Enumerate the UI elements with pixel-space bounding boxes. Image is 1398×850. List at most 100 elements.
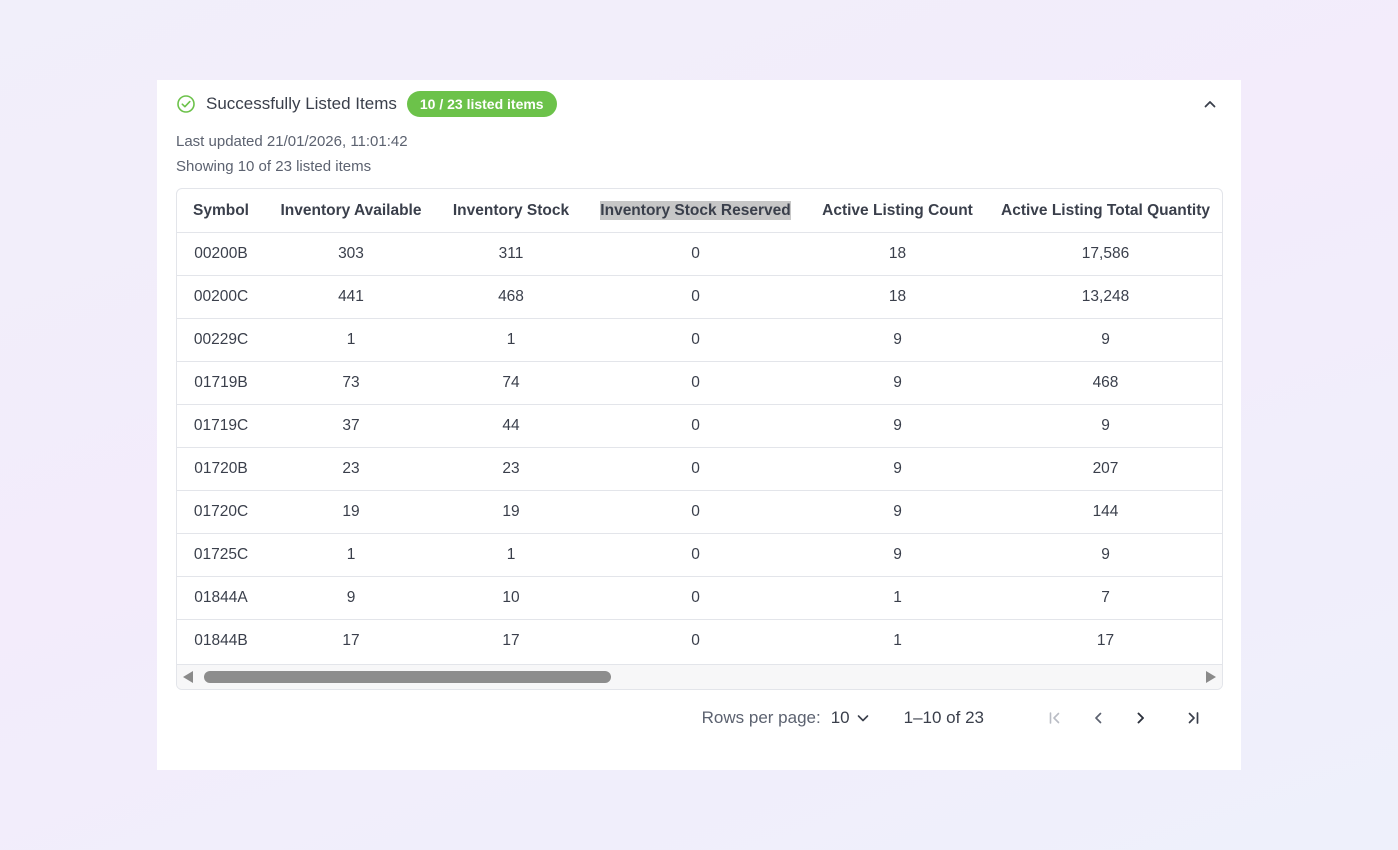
- cell-symbol: 01720C: [177, 490, 265, 534]
- table-row[interactable]: 01719B 73 74 0 9 468: [177, 361, 1222, 405]
- cell-symbol: 00200C: [177, 275, 265, 319]
- cell-inventory-stock-reserved: 0: [585, 361, 806, 405]
- cell-active-listing-total-quantity: 9: [989, 533, 1222, 577]
- column-header-inventory-stock-reserved[interactable]: Inventory Stock Reserved: [585, 189, 806, 233]
- cell-symbol: 01720B: [177, 447, 265, 491]
- cell-inventory-stock-reserved: 0: [691, 632, 700, 649]
- cell-active-listing-count: 18: [806, 232, 989, 276]
- last-updated-text: Last updated 21/01/2026, 11:01:42: [176, 133, 408, 150]
- last-page-icon: [1188, 712, 1199, 724]
- cell-inventory-stock: 1: [437, 318, 585, 362]
- listed-items-table-container: Symbol Inventory Available Inventory Sto…: [176, 188, 1223, 690]
- cell-active-listing-count: 9: [806, 318, 989, 362]
- table-pagination: Rows per page: 10 1–10 of 23: [702, 706, 1205, 730]
- last-page-button[interactable]: [1181, 706, 1205, 730]
- cell-symbol: 01719C: [177, 404, 265, 448]
- cell-inventory-stock: 17: [502, 632, 520, 649]
- cell-symbol: 01844A: [177, 576, 265, 620]
- panel-header: Successfully Listed Items 10 / 23 listed…: [176, 91, 1222, 117]
- horizontal-scrollbar[interactable]: [177, 664, 1222, 689]
- cell-active-listing-count: 1: [806, 576, 989, 620]
- cell-inventory-stock-reserved: 0: [585, 447, 806, 491]
- column-header-active-listing-total-quantity[interactable]: Active Listing Total Quantity: [989, 189, 1222, 233]
- next-page-button[interactable]: [1129, 706, 1153, 730]
- cell-active-listing-total-quantity: 13,248: [989, 275, 1222, 319]
- cell-active-listing-count: 9: [806, 447, 989, 491]
- previous-page-button[interactable]: [1086, 706, 1110, 730]
- listed-items-table: Symbol Inventory Available Inventory Sto…: [177, 189, 1222, 662]
- cell-symbol: 01719B: [177, 361, 265, 405]
- cell-inventory-stock: 23: [437, 447, 585, 491]
- cell-active-listing-count: 9: [806, 533, 989, 577]
- cell-inventory-stock: 10: [437, 576, 585, 620]
- cell-inventory-available: 441: [265, 275, 437, 319]
- first-page-icon: [1049, 712, 1060, 724]
- cell-inventory-stock-reserved: 0: [585, 533, 806, 577]
- chevron-left-icon: [1095, 712, 1102, 724]
- cell-inventory-stock: 44: [437, 404, 585, 448]
- cell-active-listing-count: 9: [806, 404, 989, 448]
- cell-active-listing-total-quantity: 207: [989, 447, 1222, 491]
- column-header-active-listing-count[interactable]: Active Listing Count: [806, 189, 989, 233]
- cell-inventory-available: 19: [265, 490, 437, 534]
- column-header-inventory-stock[interactable]: Inventory Stock: [437, 189, 585, 233]
- page-range-text: 1–10 of 23: [903, 708, 984, 727]
- selected-text-highlight: Inventory Stock Reserved: [600, 200, 791, 220]
- cell-inventory-stock: 1: [437, 533, 585, 577]
- rows-per-page-select[interactable]: 10: [831, 708, 870, 728]
- chevron-right-icon: [1137, 712, 1144, 724]
- showing-count-text: Showing 10 of 23 listed items: [176, 158, 372, 175]
- table-row[interactable]: 00229C 1 1 0 9 9: [177, 318, 1222, 362]
- cell-active-listing-count: 9: [806, 490, 989, 534]
- column-header-symbol[interactable]: Symbol: [177, 189, 265, 233]
- cell-inventory-stock: 19: [437, 490, 585, 534]
- listed-items-panel: Successfully Listed Items 10 / 23 listed…: [157, 80, 1241, 770]
- collapse-button[interactable]: [1198, 92, 1222, 116]
- cell-inventory-stock-reserved: 0: [585, 404, 806, 448]
- cell-inventory-available: 23: [265, 447, 437, 491]
- cell-inventory-stock-reserved: 0: [585, 318, 806, 362]
- cell-inventory-available: 303: [265, 232, 437, 276]
- cell-active-listing-total-quantity: 468: [989, 361, 1222, 405]
- table-row[interactable]: 01725C 1 1 0 9 9: [177, 533, 1222, 577]
- table-row[interactable]: 00200B 303 311 0 18 17,586: [177, 232, 1222, 276]
- cell-active-listing-count: 1: [893, 632, 902, 649]
- table-row[interactable]: 01720C 19 19 0 9 144: [177, 490, 1222, 534]
- rows-per-page-label: Rows per page:: [701, 708, 821, 727]
- table-row[interactable]: 01844B 17 17 0 1 17: [177, 620, 1222, 663]
- cell-inventory-available: 1: [265, 318, 437, 362]
- cell-inventory-stock: 468: [437, 275, 585, 319]
- cell-active-listing-total-quantity: 7: [989, 576, 1222, 620]
- cell-symbol: 01844B: [194, 632, 248, 649]
- chevron-down-icon: [857, 715, 868, 722]
- check-circle-icon: [176, 94, 196, 114]
- cell-inventory-available: 1: [265, 533, 437, 577]
- cell-inventory-stock-reserved: 0: [585, 275, 806, 319]
- scrollbar-thumb[interactable]: [204, 671, 611, 683]
- panel-title: Successfully Listed Items: [206, 94, 397, 113]
- cell-active-listing-total-quantity: 17: [1096, 632, 1115, 649]
- cell-inventory-available: 9: [265, 576, 437, 620]
- table-row[interactable]: 01720B 23 23 0 9 207: [177, 447, 1222, 491]
- cell-active-listing-count: 18: [806, 275, 989, 319]
- cell-active-listing-total-quantity: 9: [989, 404, 1222, 448]
- first-page-button[interactable]: [1043, 706, 1067, 730]
- cell-active-listing-count: 9: [806, 361, 989, 405]
- chevron-up-icon: [1204, 101, 1216, 108]
- table-row[interactable]: 01844A 9 10 0 1 7: [177, 576, 1222, 620]
- scroll-left-arrow-icon[interactable]: [183, 671, 193, 683]
- cell-symbol: 01725C: [177, 533, 265, 577]
- listed-count-badge: 10 / 23 listed items: [406, 91, 557, 117]
- cell-symbol: 00229C: [177, 318, 265, 362]
- table-row[interactable]: 01719C 37 44 0 9 9: [177, 404, 1222, 448]
- table-row[interactable]: 00200C 441 468 0 18 13,248: [177, 275, 1222, 319]
- cell-inventory-stock-reserved: 0: [585, 490, 806, 534]
- scroll-right-arrow-icon[interactable]: [1206, 671, 1216, 683]
- table-header-row: Symbol Inventory Available Inventory Sto…: [177, 189, 1222, 233]
- cell-active-listing-total-quantity: 144: [989, 490, 1222, 534]
- cell-inventory-available: 37: [265, 404, 437, 448]
- cell-active-listing-total-quantity: 17,586: [989, 232, 1222, 276]
- cell-inventory-stock: 311: [437, 232, 585, 276]
- column-header-inventory-available[interactable]: Inventory Available: [265, 189, 437, 233]
- rows-per-page-value: 10: [830, 708, 850, 727]
